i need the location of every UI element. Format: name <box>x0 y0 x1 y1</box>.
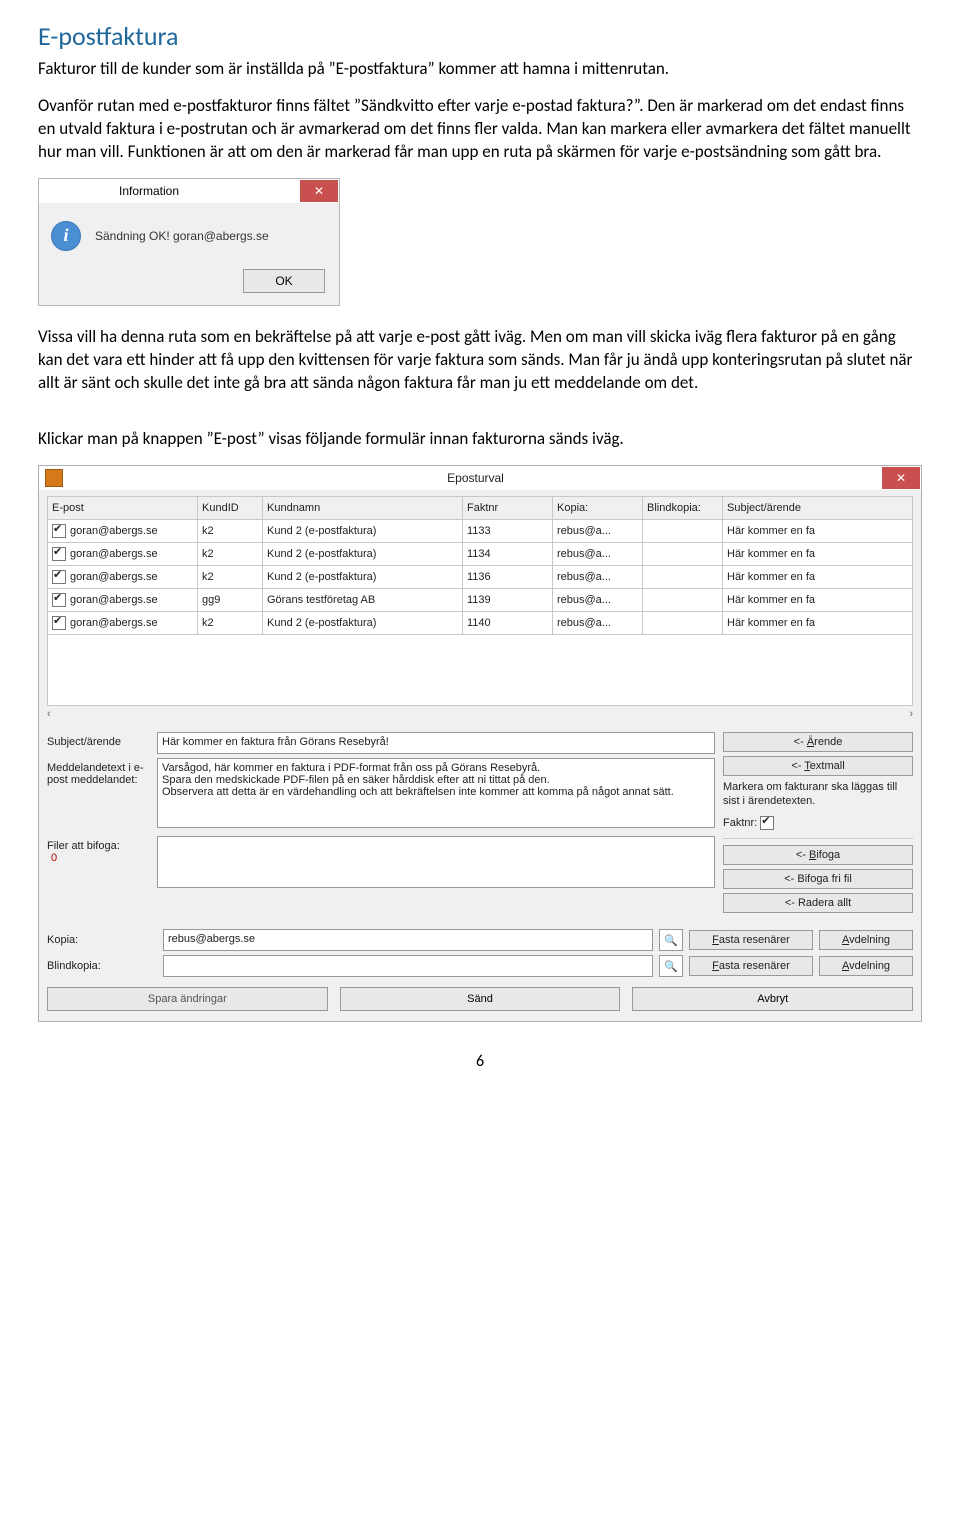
row-checkbox[interactable] <box>52 524 66 538</box>
binoculars-icon: 🔍 <box>664 960 678 973</box>
textmall-button[interactable]: <- Textmall <box>723 756 913 776</box>
table-row[interactable]: goran@abergs.sek2Kund 2 (e-postfaktura)1… <box>48 611 913 634</box>
email-grid[interactable]: E-post KundID Kundnamn Faktnr Kopia: Bli… <box>47 496 913 635</box>
grid-header-row: E-post KundID Kundnamn Faktnr Kopia: Bli… <box>48 496 913 519</box>
bifoga-button[interactable]: <- Bifoga <box>723 845 913 865</box>
col-epost[interactable]: E-post <box>48 496 198 519</box>
file-count: 0 <box>47 852 57 864</box>
message-textarea[interactable]: Varsågod, här kommer en faktura i PDF-fo… <box>157 758 715 828</box>
avdelning-button[interactable]: Avdelning <box>819 930 913 950</box>
info-dialog: Information ✕ i Sändning OK! goran@aberg… <box>38 178 340 306</box>
subject-input[interactable]: Här kommer en faktura från Görans Reseby… <box>157 732 715 754</box>
fasta-resenarer-button-2[interactable]: Fasta resenärer <box>689 956 813 976</box>
cancel-button[interactable]: Avbryt <box>632 987 913 1011</box>
body-paragraph-1: Fakturor till de kunder som är inställda… <box>38 58 922 81</box>
faktnr-checkbox-row: Faktnr: <box>723 816 913 830</box>
ok-button[interactable]: OK <box>243 269 325 293</box>
save-changes-button[interactable]: Spara ändringar <box>47 987 328 1011</box>
info-icon: i <box>51 221 81 251</box>
scroll-left-icon[interactable]: ‹ <box>47 708 51 720</box>
kopia-input[interactable]: rebus@abergs.se <box>163 929 653 951</box>
eposturval-window: Eposturval ✕ E-post KundID Kundnamn Fakt… <box>38 465 922 1023</box>
page-number: 6 <box>38 1052 922 1071</box>
eposturval-titlebar[interactable]: Eposturval ✕ <box>39 466 921 490</box>
col-faktnr[interactable]: Faktnr <box>463 496 553 519</box>
send-button[interactable]: Sänd <box>340 987 621 1011</box>
row-checkbox[interactable] <box>52 547 66 561</box>
horizontal-scrollbar[interactable]: ‹ › <box>47 708 913 720</box>
dialog-title: Information <box>39 184 300 198</box>
col-subj[interactable]: Subject/ärende <box>723 496 913 519</box>
row-checkbox[interactable] <box>52 593 66 607</box>
col-kundnamn[interactable]: Kundnamn <box>263 496 463 519</box>
radera-allt-button[interactable]: <- Radera allt <box>723 893 913 913</box>
table-row[interactable]: goran@abergs.sek2Kund 2 (e-postfaktura)1… <box>48 542 913 565</box>
close-button[interactable]: ✕ <box>300 180 338 202</box>
faktnr-checkbox[interactable] <box>760 816 774 830</box>
blindkopia-label: Blindkopia: <box>47 960 157 972</box>
kopia-search-button[interactable]: 🔍 <box>659 929 683 951</box>
row-checkbox[interactable] <box>52 616 66 630</box>
body-paragraph-2: Ovanför rutan med e-postfakturor finns f… <box>38 95 922 164</box>
blindkopia-search-button[interactable]: 🔍 <box>659 955 683 977</box>
close-icon: ✕ <box>896 471 906 485</box>
col-blind[interactable]: Blindkopia: <box>643 496 723 519</box>
close-button[interactable]: ✕ <box>882 467 920 489</box>
col-kopia[interactable]: Kopia: <box>553 496 643 519</box>
bifoga-fri-button[interactable]: <- Bifoga fri fil <box>723 869 913 889</box>
table-row[interactable]: goran@abergs.sek2Kund 2 (e-postfaktura)1… <box>48 519 913 542</box>
files-textarea[interactable] <box>157 836 715 888</box>
table-row[interactable]: goran@abergs.segg9Görans testföretag AB1… <box>48 588 913 611</box>
subject-label: Subject/ärende <box>47 732 157 748</box>
binoculars-icon: 🔍 <box>664 934 678 947</box>
row-checkbox[interactable] <box>52 570 66 584</box>
page-heading: E-postfaktura <box>38 20 922 52</box>
body-paragraph-4: Klickar man på knappen ”E-post” visas fö… <box>38 428 922 451</box>
body-paragraph-3: Vissa vill ha denna ruta som en bekräfte… <box>38 326 922 395</box>
close-icon: ✕ <box>314 184 324 198</box>
arende-button[interactable]: <- Ärende <box>723 732 913 752</box>
messagetext-label: Meddelandetext i e-post meddelandet: <box>47 758 157 786</box>
eposturval-title: Eposturval <box>69 471 882 485</box>
faktnr-note: Markera om fakturanr ska läggas till sis… <box>723 780 913 809</box>
dialog-message: Sändning OK! goran@abergs.se <box>95 229 269 243</box>
kopia-label: Kopia: <box>47 934 157 946</box>
scroll-right-icon[interactable]: › <box>909 708 913 720</box>
grid-empty-area <box>47 635 913 706</box>
blindkopia-input[interactable] <box>163 955 653 977</box>
avdelning-button-2[interactable]: Avdelning <box>819 956 913 976</box>
app-icon <box>45 469 63 487</box>
table-row[interactable]: goran@abergs.sek2Kund 2 (e-postfaktura)1… <box>48 565 913 588</box>
fasta-resenarer-button[interactable]: Fasta resenärer <box>689 930 813 950</box>
dialog-titlebar[interactable]: Information ✕ <box>39 179 339 203</box>
files-label: Filer att bifoga: 0 <box>47 836 157 864</box>
col-kundid[interactable]: KundID <box>198 496 263 519</box>
